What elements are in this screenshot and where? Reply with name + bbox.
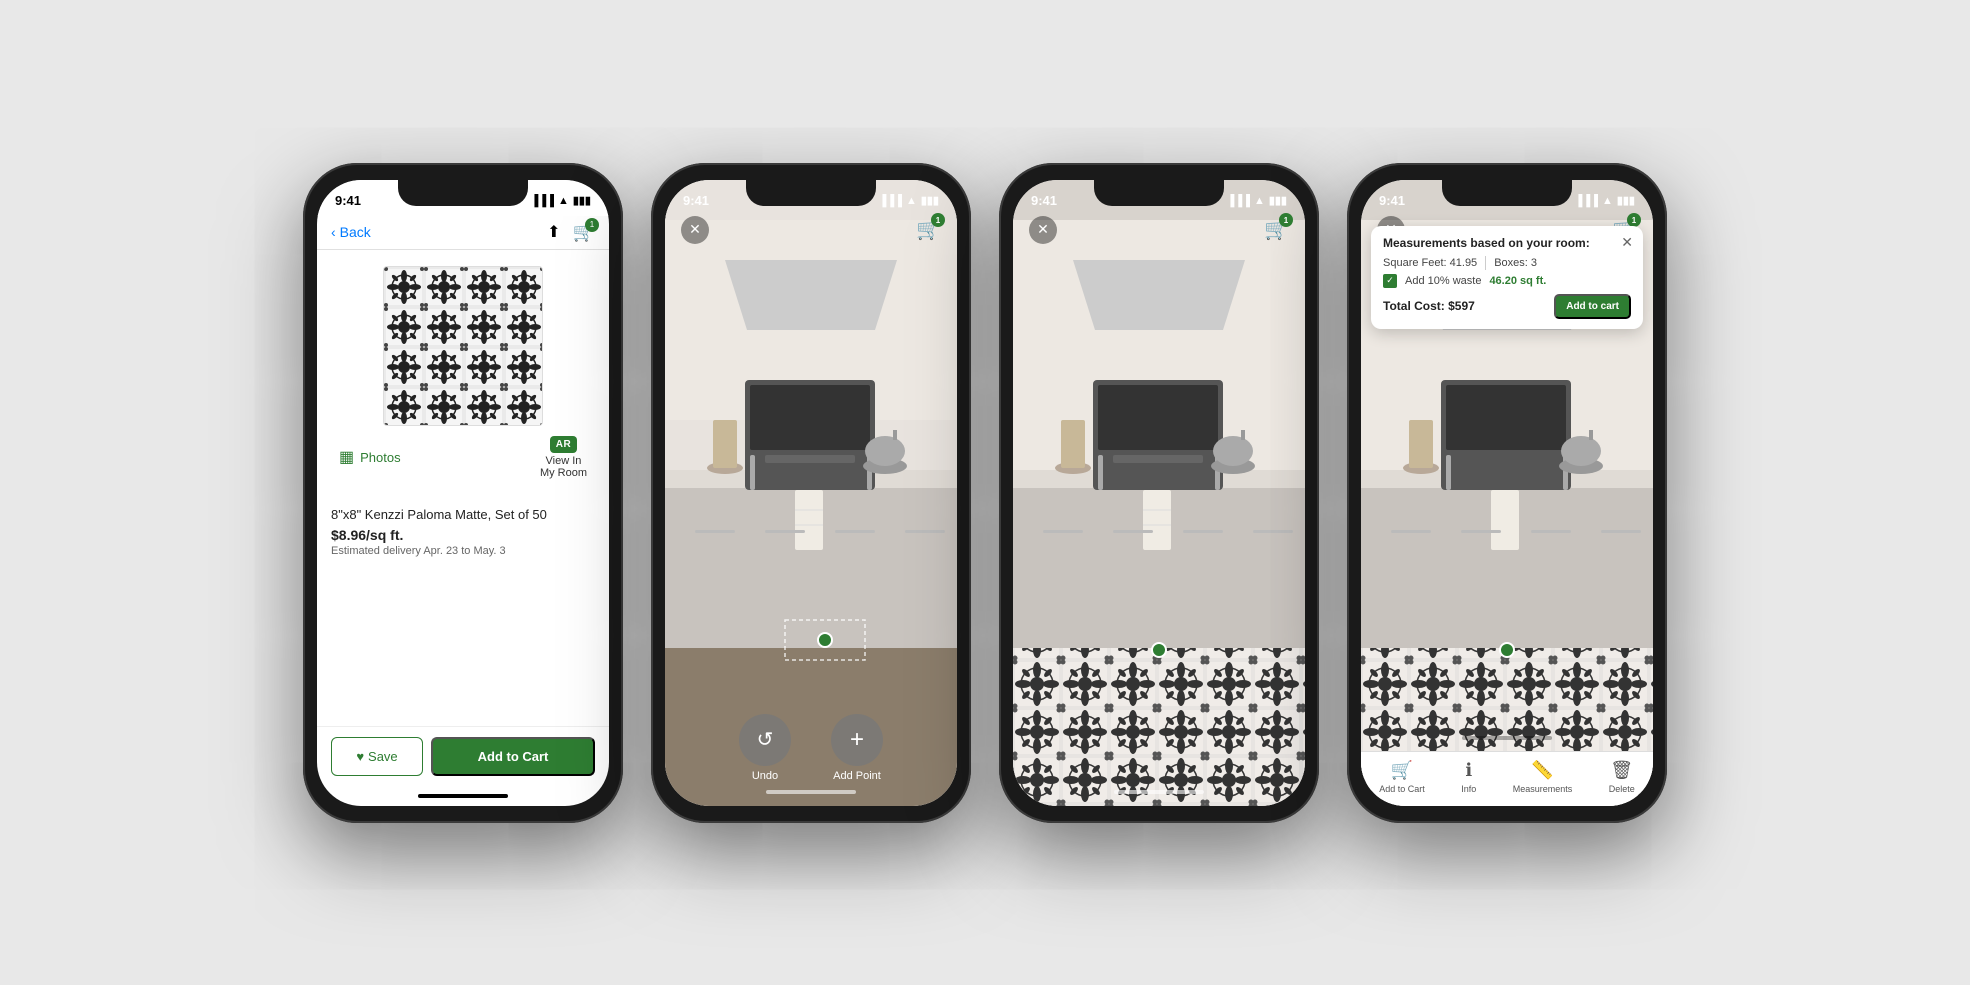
undo-button[interactable]: ↺ Undo (739, 714, 791, 782)
bottom-info-label: Info (1461, 784, 1476, 794)
save-button[interactable]: ♥ Save (331, 737, 423, 776)
photos-button[interactable]: ▦ Photos (339, 447, 401, 467)
delivery-info: Estimated delivery Apr. 23 to May. 3 (331, 545, 595, 557)
cart-badge-1: 1 (585, 218, 599, 232)
add-point-button[interactable]: + Add Point (831, 714, 883, 782)
status-time-2: 9:41 (683, 193, 709, 208)
panel-close-button[interactable]: ✕ (1621, 234, 1633, 251)
waste-label: Add 10% waste (1405, 275, 1481, 287)
notch-2 (746, 180, 876, 206)
notch-3 (1094, 180, 1224, 206)
chevron-left-icon: ‹ (331, 224, 336, 240)
ar-screen-3: 9:41 ▐▐▐▲▮▮▮ (1013, 180, 1305, 806)
waste-value: 46.20 sq ft. (1489, 275, 1546, 287)
ar-screen-2: 9:41 ▐▐▐▲▮▮▮ (665, 180, 957, 806)
status-icons-2: ▐▐▐▲▮▮▮ (879, 194, 939, 207)
save-label: Save (368, 749, 398, 764)
signal-icon: ▐▐▐ (531, 195, 554, 207)
status-time-3: 9:41 (1031, 193, 1057, 208)
ar-controls: ↺ Undo + Add Point (665, 714, 957, 782)
bottom-cart-label: Add to Cart (1379, 784, 1425, 794)
bottom-info[interactable]: ℹ Info (1461, 760, 1476, 794)
nav-bar-1: ‹ Back ⬆ 🛒 1 (317, 216, 609, 250)
cart-container-3[interactable]: 🛒 1 (1264, 217, 1289, 242)
ar-label: View InMy Room (540, 455, 587, 479)
bottom-info-icon: ℹ (1465, 760, 1472, 781)
cart-icon[interactable]: 🛒 1 (573, 222, 595, 243)
battery-icon: ▮▮▮ (573, 194, 591, 207)
phone-4: 9:41 ▐▐▐▲▮▮▮ (1347, 163, 1667, 823)
home-indicator-3 (1114, 790, 1204, 794)
waste-row: ✓ Add 10% waste 46.20 sq ft. (1383, 274, 1631, 288)
wifi-icon: ▲ (558, 195, 569, 207)
product-info: 8"x8" Kenzzi Paloma Matte, Set of 50 $8.… (317, 499, 609, 726)
bottom-measurements[interactable]: 📏 Measurements (1513, 760, 1573, 794)
home-indicator-1 (418, 794, 508, 798)
add-to-cart-panel-label: Add to cart (1566, 301, 1619, 312)
grid-icon: ▦ (339, 447, 354, 467)
kitchen-bg-2 (665, 180, 957, 806)
add-to-cart-panel-button[interactable]: Add to cart (1554, 294, 1631, 319)
waste-checkbox[interactable]: ✓ (1383, 274, 1397, 288)
notch-4 (1442, 180, 1572, 206)
nav-icons: ⬆ 🛒 1 (547, 222, 595, 243)
ar-badge: AR (550, 436, 577, 453)
home-indicator-2 (766, 790, 856, 794)
share-icon[interactable]: ⬆ (547, 222, 560, 243)
product-price: $8.96/sq ft. (331, 527, 595, 543)
ar-bottom-bar: 🛒 Add to Cart ℹ Info 📏 Measurements 🗑 De… (1361, 751, 1653, 806)
undo-label: Undo (752, 770, 778, 782)
panel-title: Measurements based on your room: (1383, 236, 1631, 250)
view-options: ▦ Photos AR View InMy Room (333, 426, 593, 483)
notch-1 (398, 180, 528, 206)
measurements-row: Square Feet: 41.95 Boxes: 3 (1383, 256, 1631, 270)
scene: 9:41 ▐▐▐ ▲ ▮▮▮ ‹ Back ⬆ 🛒 (0, 0, 1970, 985)
status-icons-1: ▐▐▐ ▲ ▮▮▮ (531, 194, 591, 207)
back-label: Back (340, 224, 371, 240)
total-cost: Total Cost: $597 (1383, 299, 1475, 313)
product-image-area: ▦ Photos AR View InMy Room (317, 250, 609, 499)
heart-icon: ♥ (356, 749, 364, 764)
bottom-measure-label: Measurements (1513, 784, 1573, 794)
boxes: Boxes: 3 (1494, 257, 1537, 269)
status-time-1: 9:41 (335, 193, 361, 208)
tile-image (383, 266, 543, 426)
add-point-label: Add Point (833, 770, 881, 782)
cart-badge-4: 1 (1627, 213, 1641, 227)
measurements-panel: ✕ Measurements based on your room: Squar… (1371, 226, 1643, 329)
ar-view-button[interactable]: AR View InMy Room (540, 436, 587, 479)
bottom-add-to-cart[interactable]: 🛒 Add to Cart (1379, 760, 1425, 794)
status-icons-3: ▐▐▐▲▮▮▮ (1227, 194, 1287, 207)
sq-feet: Square Feet: 41.95 (1383, 257, 1477, 269)
product-name: 8"x8" Kenzzi Paloma Matte, Set of 50 (331, 507, 595, 524)
add-to-cart-button[interactable]: Add to Cart (431, 737, 595, 776)
cart-badge-3: 1 (1279, 213, 1293, 227)
home-indicator-4 (1462, 736, 1552, 740)
bottom-delete-label: Delete (1609, 784, 1635, 794)
cart-badge-2: 1 (931, 213, 945, 227)
kitchen-bg-3 (1013, 180, 1305, 806)
back-button[interactable]: ‹ Back (331, 224, 371, 240)
ar-top-bar-2: ✕ 🛒 1 (665, 216, 957, 244)
close-button-3[interactable]: ✕ (1029, 216, 1057, 244)
bottom-cart-icon: 🛒 (1391, 760, 1413, 781)
close-button-2[interactable]: ✕ (681, 216, 709, 244)
bottom-delete-icon: 🗑 (1610, 760, 1633, 781)
cart-container-2[interactable]: 🛒 1 (916, 217, 941, 242)
status-time-4: 9:41 (1379, 193, 1405, 208)
bottom-measure-icon: 📏 (1531, 760, 1553, 781)
phone-1: 9:41 ▐▐▐ ▲ ▮▮▮ ‹ Back ⬆ 🛒 (303, 163, 623, 823)
add-to-cart-label: Add to Cart (478, 749, 549, 764)
action-buttons: ♥ Save Add to Cart (317, 726, 609, 790)
ar-top-bar-3: ✕ 🛒 1 (1013, 216, 1305, 244)
photos-label: Photos (360, 450, 400, 465)
phone-2: 9:41 ▐▐▐▲▮▮▮ (651, 163, 971, 823)
status-icons-4: ▐▐▐▲▮▮▮ (1575, 194, 1635, 207)
ar-screen-4: 9:41 ▐▐▐▲▮▮▮ (1361, 180, 1653, 806)
total-row: Total Cost: $597 Add to cart (1383, 294, 1631, 319)
panel-divider (1485, 256, 1486, 270)
bottom-delete[interactable]: 🗑 Delete (1609, 760, 1635, 794)
phone-3: 9:41 ▐▐▐▲▮▮▮ (999, 163, 1319, 823)
